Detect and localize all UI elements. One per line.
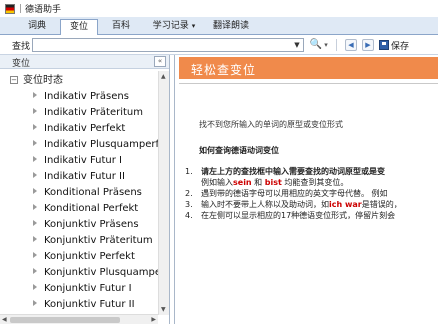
back-arrow-icon[interactable]: ◀ — [345, 39, 357, 51]
search-box: ▼ — [32, 38, 304, 52]
sidebar-header: 变位 « — [0, 55, 169, 69]
expand-arrow-icon[interactable] — [33, 92, 37, 98]
tree-item-indikativ-futur-2[interactable]: Indikativ Futur II — [33, 169, 125, 185]
instruction-item-2: 2. 遇到带的德语字母可以用相应的英文字母代替。 例如 — [185, 189, 388, 198]
howto-heading: 如何查询德语动词变位 — [199, 146, 279, 155]
expand-arrow-icon[interactable] — [33, 268, 37, 274]
title-separator: | — [19, 3, 23, 14]
search-input[interactable] — [33, 39, 291, 51]
sidebar-vertical-scrollbar[interactable]: ▲ ▼ — [158, 71, 169, 315]
expand-arrow-icon[interactable] — [33, 156, 37, 162]
expand-arrow-icon[interactable] — [33, 172, 37, 178]
tree-item-konditional-praesens[interactable]: Konditional Präsens — [33, 185, 142, 201]
expand-arrow-icon[interactable] — [33, 252, 37, 258]
app-flag-icon — [5, 3, 15, 14]
expand-arrow-icon[interactable] — [33, 204, 37, 210]
tree-item-konjunktiv-plusquamperfekt[interactable]: Konjunktiv Plusquamperfekt — [33, 265, 158, 281]
sidebar-horizontal-scrollbar[interactable]: ◀ ▶ — [0, 314, 158, 324]
forward-arrow-icon[interactable]: ▶ — [362, 39, 374, 51]
conjugation-content: 轻松查变位 找不到您所输入的单词的原型或变位形式 如何查询德语动词变位 1. 请左… — [174, 55, 438, 324]
search-icon[interactable]: 🔍 — [309, 38, 323, 52]
scroll-right-icon[interactable]: ▶ — [151, 316, 156, 323]
chevron-down-icon: ▾ — [191, 22, 196, 30]
main-tab-bar: 词典 变位 百科 学习记录 ▾ 翻译朗读 — [0, 17, 438, 36]
instruction-list: 1. 请左上方的查找框中输入需要查找的动词原型或是变 例如输入sein 和 bis… — [185, 166, 438, 221]
tab-dictionary[interactable]: 词典 — [20, 19, 54, 35]
scroll-left-icon[interactable]: ◀ — [2, 316, 7, 323]
window-title: 德语助手 — [25, 5, 62, 15]
tree-root-node[interactable]: − 变位时态 — [10, 73, 63, 89]
expand-arrow-icon[interactable] — [33, 220, 37, 226]
save-button[interactable]: 保存 — [391, 39, 409, 52]
tab-study-records[interactable]: 学习记录 ▾ — [148, 19, 200, 35]
tree-item-konditional-perfekt[interactable]: Konditional Perfekt — [33, 201, 138, 217]
tree-item-konjunktiv-praesens[interactable]: Konjunktiv Präsens — [33, 217, 139, 233]
toolbar: 查找 ▼ 🔍 ▾ ◀ ▶ 保存 — [0, 35, 438, 55]
toolbar-divider — [336, 39, 337, 51]
tree-item-konjunktiv-perfekt[interactable]: Konjunktiv Perfekt — [33, 249, 135, 265]
tree-item-konjunktiv-futur-2[interactable]: Konjunktiv Futur II — [33, 297, 135, 313]
not-found-message: 找不到您所输入的单词的原型或变位形式 — [199, 120, 343, 129]
save-icon[interactable] — [379, 40, 389, 50]
content-banner: 轻松查变位 — [179, 57, 438, 79]
search-options-chevron-icon[interactable]: ▾ — [322, 38, 330, 52]
title-bar: | 德语助手 — [0, 0, 438, 17]
expand-arrow-icon[interactable] — [33, 140, 37, 146]
expand-arrow-icon[interactable] — [33, 300, 37, 306]
tree-item-konjunktiv-futur-1[interactable]: Konjunktiv Futur I — [33, 281, 132, 297]
sidebar-title: 变位 — [12, 59, 31, 69]
collapse-sidebar-icon[interactable]: « — [154, 56, 166, 67]
instruction-item-3: 3. 输入时不要带上人称以及助动词，如ich war是错误的， — [185, 200, 402, 209]
tab-translate-read[interactable]: 翻译朗读 — [208, 19, 254, 35]
tree-item-indikativ-futur-1[interactable]: Indikativ Futur I — [33, 153, 122, 169]
tree-item-indikativ-praeteritum[interactable]: Indikativ Präteritum — [33, 105, 143, 121]
tree-item-indikativ-praesens[interactable]: Indikativ Präsens — [33, 89, 129, 105]
tree-item-indikativ-plusquamperfekt[interactable]: Indikativ Plusquamperfekt — [33, 137, 158, 153]
expand-arrow-icon[interactable] — [33, 108, 37, 114]
scroll-up-icon[interactable]: ▲ — [161, 73, 166, 80]
search-history-dropdown[interactable]: ▼ — [291, 39, 303, 51]
instruction-item-1: 1. 请左上方的查找框中输入需要查找的动词原型或是变 — [185, 167, 385, 176]
search-label: 查找 — [12, 42, 31, 52]
expand-arrow-icon[interactable] — [33, 188, 37, 194]
expand-arrow-icon[interactable] — [33, 236, 37, 242]
tree-item-konjunktiv-praeteritum[interactable]: Konjunktiv Präteritum — [33, 233, 153, 249]
instruction-item-4: 4. 在左侧可以显示相应的17种德语变位形式，停留片刻会 — [185, 211, 396, 220]
instruction-item-1-example: 例如输入sein 和 bist 均能查到其变位。 — [201, 178, 349, 187]
conjugation-sidebar: 变位 « − 变位时态 Indikativ Präsens Indikativ P… — [0, 55, 170, 324]
content-divider — [179, 83, 438, 84]
tab-encyclopedia[interactable]: 百科 — [104, 19, 138, 35]
banner-title: 轻松查变位 — [191, 63, 257, 77]
scroll-down-icon[interactable]: ▼ — [161, 306, 166, 313]
collapse-node-icon[interactable]: − — [10, 76, 18, 84]
expand-arrow-icon[interactable] — [33, 284, 37, 290]
tab-conjugation[interactable]: 变位 — [60, 19, 98, 36]
expand-arrow-icon[interactable] — [33, 124, 37, 130]
tense-tree: − 变位时态 Indikativ Präsens Indikativ Präter… — [0, 71, 158, 315]
scrollbar-thumb[interactable] — [10, 317, 120, 323]
tree-item-indikativ-perfekt[interactable]: Indikativ Perfekt — [33, 121, 125, 137]
